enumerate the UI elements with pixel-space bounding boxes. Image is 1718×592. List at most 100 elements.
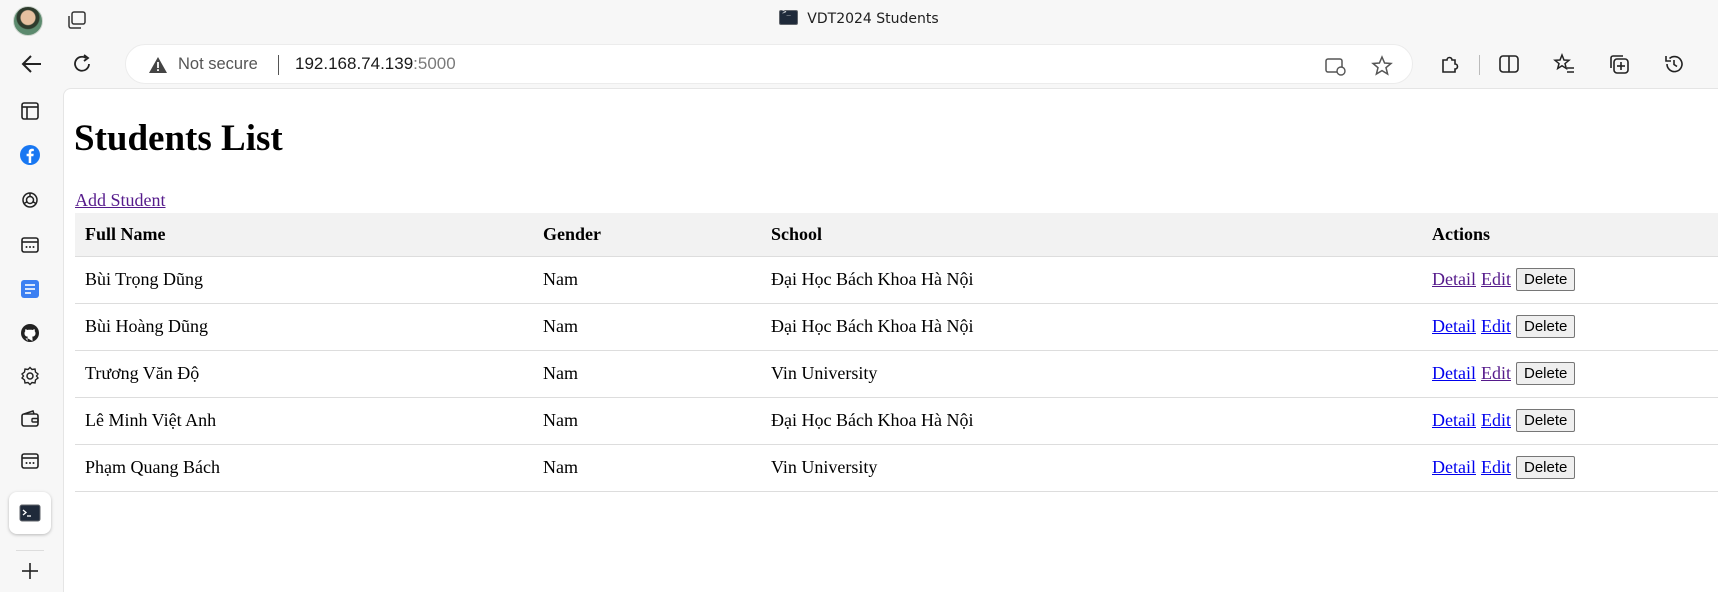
puzzle-icon xyxy=(1442,56,1459,73)
security-label[interactable]: Not secure xyxy=(178,55,258,74)
sidebar-divider xyxy=(16,550,44,551)
cell-school: Vin University xyxy=(761,350,1422,398)
table-row: Bùi Trọng Dũng Nam Đại Học Bách Khoa Hà Nộ… xyxy=(75,256,1718,304)
delete-button[interactable]: Delete xyxy=(1515,362,1576,385)
column-header-actions: Actions xyxy=(1422,213,1718,257)
sidebar-toggle-icon xyxy=(21,102,39,120)
detail-link[interactable]: Detail xyxy=(1432,269,1476,289)
url-port: :5000 xyxy=(413,54,456,73)
cell-full-name: Lê Minh Việt Anh xyxy=(75,397,533,445)
sidebar-item-facebook[interactable] xyxy=(17,142,43,168)
page-title: Students List xyxy=(74,118,283,159)
table-row: Bùi Hoàng Dũng Nam Đại Học Bách Khoa Hà Nộ… xyxy=(75,303,1718,351)
app-window-icon xyxy=(21,453,39,469)
cell-school: Đại Học Bách Khoa Hà Nội xyxy=(761,256,1422,304)
table-header-row: Full Name Gender School Actions xyxy=(75,213,1718,257)
column-header-gender: Gender xyxy=(533,213,761,257)
terminal-icon xyxy=(19,504,41,522)
cell-gender: Nam xyxy=(533,444,761,492)
detail-link[interactable]: Detail xyxy=(1432,457,1476,477)
facebook-icon xyxy=(20,145,40,165)
delete-button[interactable]: Delete xyxy=(1515,268,1576,291)
extensions-button[interactable] xyxy=(1436,50,1464,78)
detail-link[interactable]: Detail xyxy=(1432,410,1476,430)
sidebar-item-chatgpt[interactable] xyxy=(17,187,43,213)
table-row: Phạm Quang Bách Nam Vin University Detail Ed… xyxy=(75,444,1718,492)
table-row: Trương Văn Độ Nam Vin University Detail Edit… xyxy=(75,350,1718,398)
sidebar-item-wallet[interactable] xyxy=(17,406,43,432)
address-separator xyxy=(278,55,279,75)
cell-actions: Detail Edit Delete xyxy=(1422,303,1718,351)
add-student-link[interactable]: Add Student xyxy=(75,190,166,211)
cell-school: Vin University xyxy=(761,444,1422,492)
back-arrow-icon xyxy=(21,55,41,73)
toolbar-divider xyxy=(1479,55,1480,75)
app-install-icon[interactable] xyxy=(1324,55,1346,77)
split-screen-button[interactable] xyxy=(1495,50,1523,78)
cell-actions: Detail Edit Delete xyxy=(1422,444,1718,492)
cell-school: Đại Học Bách Khoa Hà Nội xyxy=(761,303,1422,351)
cell-gender: Nam xyxy=(533,303,761,351)
students-table: Full Name Gender School Actions Bùi Trọn… xyxy=(75,213,1718,492)
reload-icon xyxy=(74,54,90,72)
github-icon xyxy=(21,324,39,342)
cell-full-name: Phạm Quang Bách xyxy=(75,444,533,492)
app-window-icon xyxy=(21,237,39,253)
cell-gender: Nam xyxy=(533,256,761,304)
edit-link[interactable]: Edit xyxy=(1481,363,1511,383)
sidebar-item-docs[interactable] xyxy=(17,276,43,302)
edit-link[interactable]: Edit xyxy=(1481,410,1511,430)
sidebar-item-terminal[interactable] xyxy=(9,492,51,534)
split-screen-icon xyxy=(1499,55,1519,73)
edge-sidebar xyxy=(0,88,60,592)
table-row: Lê Minh Việt Anh Nam Đại Học Bách Khoa Hà … xyxy=(75,397,1718,445)
detail-link[interactable]: Detail xyxy=(1432,363,1476,383)
favorite-star-icon[interactable] xyxy=(1371,55,1393,77)
browser-toolbar: Not secure 192.168.74.139:5000 xyxy=(0,40,1718,88)
terminal-icon xyxy=(779,8,799,25)
reload-button[interactable] xyxy=(68,50,96,78)
sidebar-add-button[interactable] xyxy=(17,558,43,584)
cell-full-name: Bùi Hoàng Dũng xyxy=(75,303,533,351)
column-header-school: School xyxy=(761,213,1422,257)
edit-link[interactable]: Edit xyxy=(1481,316,1511,336)
column-header-full-name: Full Name xyxy=(75,213,533,257)
edit-link[interactable]: Edit xyxy=(1481,269,1511,289)
delete-button[interactable]: Delete xyxy=(1515,456,1576,479)
page-content: Students List Add Student Full Name Gend… xyxy=(63,88,1718,592)
collections-button[interactable] xyxy=(1605,50,1633,78)
delete-button[interactable]: Delete xyxy=(1515,315,1576,338)
warning-icon xyxy=(149,57,167,73)
cell-actions: Detail Edit Delete xyxy=(1422,350,1718,398)
window-title-text: VDT2024 Students xyxy=(807,11,939,27)
chatgpt-icon xyxy=(22,192,38,208)
detail-link[interactable]: Detail xyxy=(1432,316,1476,336)
window-title: VDT2024 Students xyxy=(0,8,1718,27)
history-button[interactable] xyxy=(1660,50,1688,78)
sidebar-item-app-2[interactable] xyxy=(17,448,43,474)
cell-full-name: Bùi Trọng Dũng xyxy=(75,256,533,304)
cell-gender: Nam xyxy=(533,350,761,398)
back-button[interactable] xyxy=(18,50,46,78)
favorites-button[interactable] xyxy=(1550,50,1578,78)
wallet-icon xyxy=(21,410,39,427)
address-bar[interactable]: Not secure 192.168.74.139:5000 xyxy=(125,44,1413,84)
cell-full-name: Trương Văn Độ xyxy=(75,350,533,398)
edit-link[interactable]: Edit xyxy=(1481,457,1511,477)
title-bar: VDT2024 Students xyxy=(0,0,1718,40)
sidebar-item-settings[interactable] xyxy=(17,363,43,389)
cell-actions: Detail Edit Delete xyxy=(1422,397,1718,445)
sidebar-item-app[interactable] xyxy=(17,232,43,258)
cell-gender: Nam xyxy=(533,397,761,445)
settings-icon xyxy=(21,366,39,386)
url-text[interactable]: 192.168.74.139:5000 xyxy=(295,54,456,74)
history-icon xyxy=(1665,55,1683,73)
collections-icon xyxy=(1610,55,1629,74)
cell-school: Đại Học Bách Khoa Hà Nội xyxy=(761,397,1422,445)
delete-button[interactable]: Delete xyxy=(1515,409,1576,432)
docs-icon xyxy=(21,280,39,298)
sidebar-toggle-button[interactable] xyxy=(17,98,43,124)
favorites-list-icon xyxy=(1553,53,1574,73)
sidebar-item-github[interactable] xyxy=(17,320,43,346)
url-host: 192.168.74.139 xyxy=(295,54,414,73)
